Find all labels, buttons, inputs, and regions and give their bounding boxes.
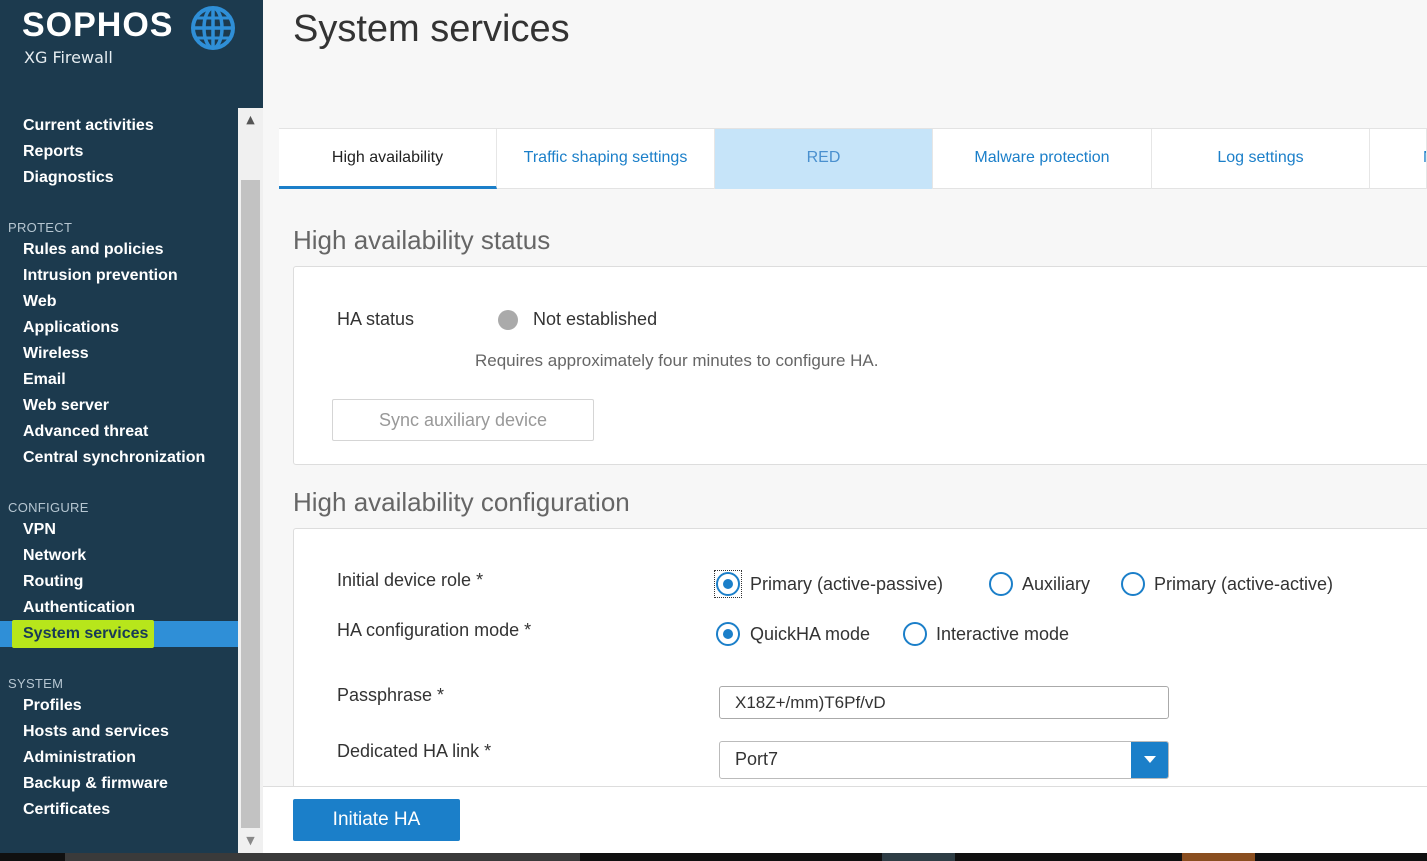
- sync-auxiliary-device-button[interactable]: Sync auxiliary device: [332, 399, 594, 441]
- nav-item-rules-and-policies[interactable]: Rules and policies: [0, 237, 238, 263]
- radio-label-primary-active-passive[interactable]: Primary (active-passive): [750, 574, 943, 595]
- taskbar-item[interactable]: [1182, 853, 1255, 861]
- sidebar: SOPHOS XG Firewall Current activities Re…: [0, 0, 263, 853]
- status-dot-icon: [498, 310, 518, 330]
- nav-item-profiles[interactable]: Profiles: [0, 693, 238, 719]
- ha-status-label: HA status: [337, 309, 415, 329]
- scroll-thumb[interactable]: [241, 180, 260, 828]
- tab-red[interactable]: RED: [715, 129, 933, 189]
- nav-item-certificates[interactable]: Certificates: [0, 797, 238, 823]
- sidebar-scrollbar[interactable]: ▲ ▼: [238, 108, 263, 853]
- product-name: XG Firewall: [24, 48, 113, 67]
- passphrase-input[interactable]: X18Z+/mm)T6Pf/vD: [719, 686, 1169, 719]
- radio-label-quickha-mode[interactable]: QuickHA mode: [750, 624, 870, 645]
- passphrase-label: Passphrase *: [337, 685, 445, 705]
- nav-section-protect: PROTECT: [8, 220, 73, 235]
- taskbar-item[interactable]: [65, 853, 580, 861]
- taskbar-item[interactable]: [882, 853, 955, 861]
- radio-auxiliary[interactable]: [989, 572, 1013, 596]
- nav-item-web-server[interactable]: Web server: [0, 393, 238, 419]
- nav-item-authentication[interactable]: Authentication: [0, 595, 238, 621]
- nav-item-hosts-and-services[interactable]: Hosts and services: [0, 719, 238, 745]
- initiate-ha-button[interactable]: Initiate HA: [293, 799, 460, 841]
- radio-quickha-mode[interactable]: [716, 622, 740, 646]
- nav-item-current-activities[interactable]: Current activities: [0, 113, 238, 139]
- nav-item-routing[interactable]: Routing: [0, 569, 238, 595]
- status-section-title: High availability status: [293, 225, 551, 255]
- radio-label-primary-active-active[interactable]: Primary (active-active): [1154, 574, 1333, 595]
- tab-malware-protection[interactable]: Malware protection: [933, 129, 1152, 189]
- scroll-up-arrow-icon[interactable]: ▲: [238, 108, 263, 132]
- nav-item-wireless[interactable]: Wireless: [0, 341, 238, 367]
- scroll-down-arrow-icon[interactable]: ▼: [238, 829, 263, 853]
- radio-interactive-mode[interactable]: [903, 622, 927, 646]
- nav-item-email[interactable]: Email: [0, 367, 238, 393]
- nav-item-applications[interactable]: Applications: [0, 315, 238, 341]
- tab-high-availability[interactable]: High availability: [279, 129, 497, 189]
- radio-primary-active-passive[interactable]: [716, 572, 740, 596]
- tab-traffic-shaping-settings[interactable]: Traffic shaping settings: [497, 129, 715, 189]
- tab-more[interactable]: N: [1370, 129, 1427, 189]
- device-role-label: Initial device role *: [337, 570, 484, 590]
- nav-item-system-services[interactable]: System services: [0, 620, 238, 648]
- nav-section-system: SYSTEM: [8, 676, 64, 691]
- sidebar-nav: Current activities Reports Diagnostics P…: [0, 108, 238, 853]
- nav-item-network[interactable]: Network: [0, 543, 238, 569]
- radio-label-interactive-mode[interactable]: Interactive mode: [936, 624, 1069, 645]
- radio-primary-active-active[interactable]: [1121, 572, 1145, 596]
- nav-item-label: System services: [23, 625, 149, 642]
- globe-icon: [191, 6, 235, 50]
- nav-item-central-synchronization[interactable]: Central synchronization: [0, 445, 238, 471]
- nav-item-web[interactable]: Web: [0, 289, 238, 315]
- radio-label-auxiliary[interactable]: Auxiliary: [1022, 574, 1090, 595]
- ha-config-hint: Requires approximately four minutes to c…: [475, 351, 879, 370]
- brand-name: SOPHOS: [22, 6, 174, 44]
- chevron-down-icon[interactable]: [1131, 742, 1168, 778]
- nav-item-advanced-threat[interactable]: Advanced threat: [0, 419, 238, 445]
- ha-link-select[interactable]: Port7: [719, 741, 1169, 779]
- config-section-title: High availability configuration: [293, 487, 630, 517]
- nav-section-configure: CONFIGURE: [8, 500, 89, 515]
- ha-status-value: Not established: [533, 309, 658, 329]
- nav-item-vpn[interactable]: VPN: [0, 517, 238, 543]
- ha-link-label: Dedicated HA link *: [337, 741, 492, 761]
- ha-link-selected-value: Port7: [735, 749, 779, 769]
- taskbar: [0, 853, 1427, 861]
- nav-item-intrusion-prevention[interactable]: Intrusion prevention: [0, 263, 238, 289]
- nav-item-diagnostics[interactable]: Diagnostics: [0, 165, 238, 191]
- sophos-logo[interactable]: SOPHOS XG Firewall: [22, 6, 242, 76]
- tab-log-settings[interactable]: Log settings: [1152, 129, 1370, 189]
- nav-item-backup-firmware[interactable]: Backup & firmware: [0, 771, 238, 797]
- nav-item-administration[interactable]: Administration: [0, 745, 238, 771]
- tab-bar: High availability Traffic shaping settin…: [279, 128, 1427, 189]
- config-mode-label: HA configuration mode *: [337, 620, 532, 640]
- nav-item-reports[interactable]: Reports: [0, 139, 238, 165]
- page-title: System services: [293, 8, 570, 50]
